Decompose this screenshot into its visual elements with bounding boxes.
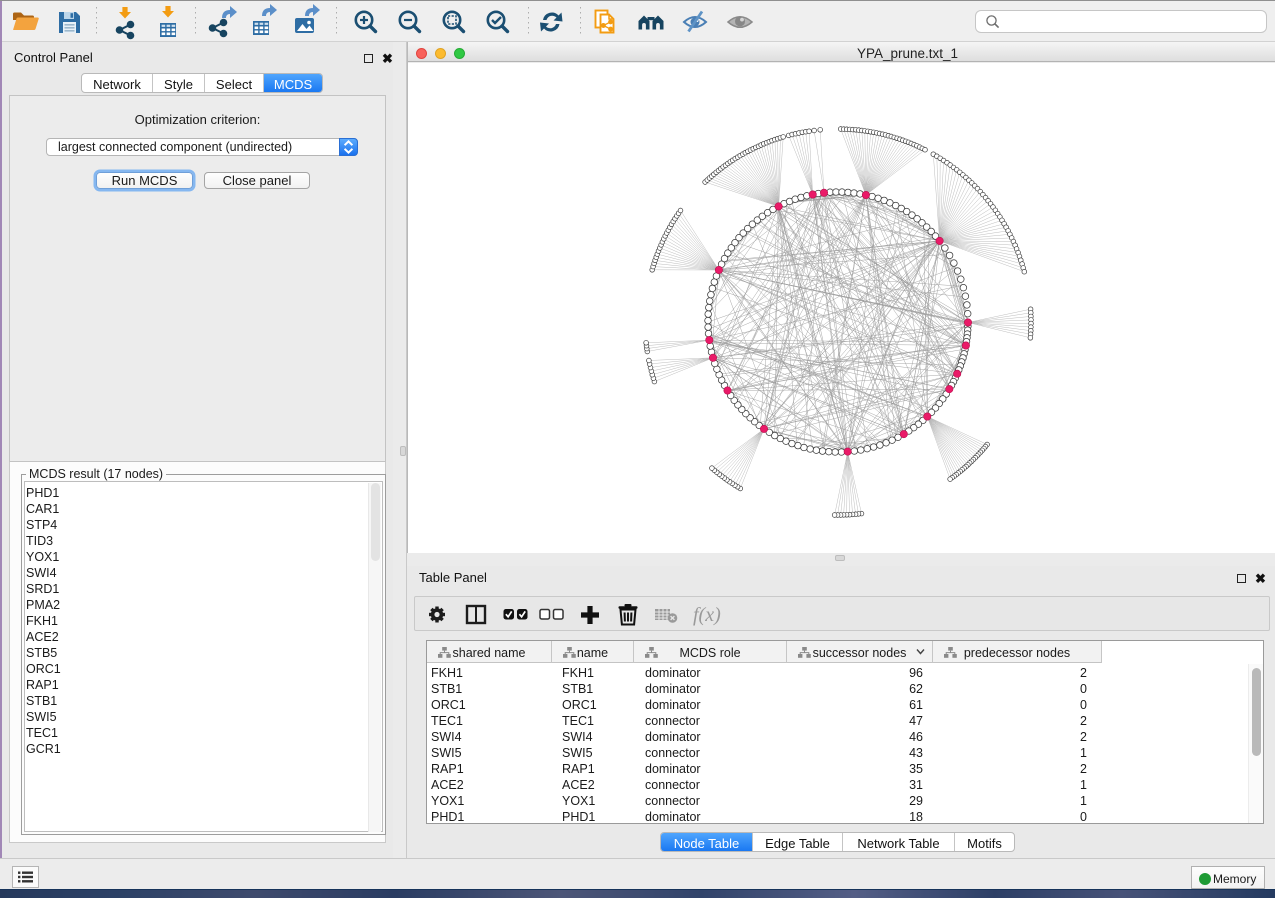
svg-text:f(x): f(x) bbox=[693, 604, 721, 626]
